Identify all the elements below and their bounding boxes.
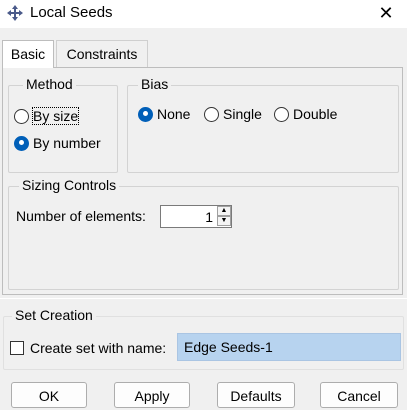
create-set-label: Create set with name: bbox=[30, 340, 167, 356]
number-of-elements-spinbox: ▲ ▼ bbox=[160, 205, 232, 228]
bias-group: Bias None Single Double bbox=[127, 76, 399, 173]
radio-single[interactable]: Single bbox=[204, 106, 262, 122]
radio-by-number-label: By number bbox=[33, 135, 101, 151]
set-creation-separator bbox=[0, 298, 407, 299]
number-of-elements-label: Number of elements: bbox=[16, 208, 146, 224]
radio-none[interactable]: None bbox=[138, 106, 190, 122]
radio-by-size-indicator bbox=[14, 108, 29, 124]
method-group: Method By size By number bbox=[8, 76, 118, 173]
abaqus-icon bbox=[7, 5, 23, 21]
radio-none-label: None bbox=[157, 106, 191, 122]
ok-button[interactable]: OK bbox=[11, 382, 87, 408]
radio-by-size[interactable]: By size bbox=[14, 107, 80, 125]
radio-by-size-label: By size bbox=[31, 107, 80, 125]
number-of-elements-input[interactable] bbox=[161, 206, 216, 227]
set-creation-legend: Set Creation bbox=[12, 307, 96, 323]
radio-by-number[interactable]: By number bbox=[14, 135, 101, 151]
set-name-input[interactable] bbox=[177, 333, 401, 361]
radio-double[interactable]: Double bbox=[274, 106, 337, 122]
apply-button[interactable]: Apply bbox=[114, 382, 190, 408]
tab-constraints[interactable]: Constraints bbox=[56, 40, 148, 67]
window-title: Local Seeds bbox=[30, 4, 113, 21]
radio-by-number-indicator bbox=[14, 135, 29, 151]
defaults-button[interactable]: Defaults bbox=[217, 382, 295, 408]
bias-legend: Bias bbox=[138, 76, 172, 92]
method-legend: Method bbox=[23, 76, 76, 92]
sizing-controls-group: Sizing Controls bbox=[8, 177, 399, 290]
radio-single-label: Single bbox=[223, 106, 262, 122]
close-icon[interactable]: ✕ bbox=[373, 0, 399, 26]
spin-down-icon[interactable]: ▼ bbox=[217, 216, 231, 226]
tab-panel-basic: Method By size By number Bias None Singl… bbox=[2, 67, 403, 295]
tab-basic[interactable]: Basic bbox=[2, 40, 54, 68]
title-bar: Local Seeds ✕ bbox=[0, 0, 407, 28]
radio-double-label: Double bbox=[293, 106, 338, 122]
radio-double-indicator bbox=[274, 106, 289, 122]
sizing-controls-legend: Sizing Controls bbox=[19, 177, 120, 193]
cancel-button[interactable]: Cancel bbox=[320, 382, 398, 408]
radio-single-indicator bbox=[204, 106, 219, 122]
create-set-checkbox[interactable] bbox=[10, 341, 24, 355]
spin-up-icon[interactable]: ▲ bbox=[217, 206, 231, 216]
radio-none-indicator bbox=[138, 106, 153, 122]
